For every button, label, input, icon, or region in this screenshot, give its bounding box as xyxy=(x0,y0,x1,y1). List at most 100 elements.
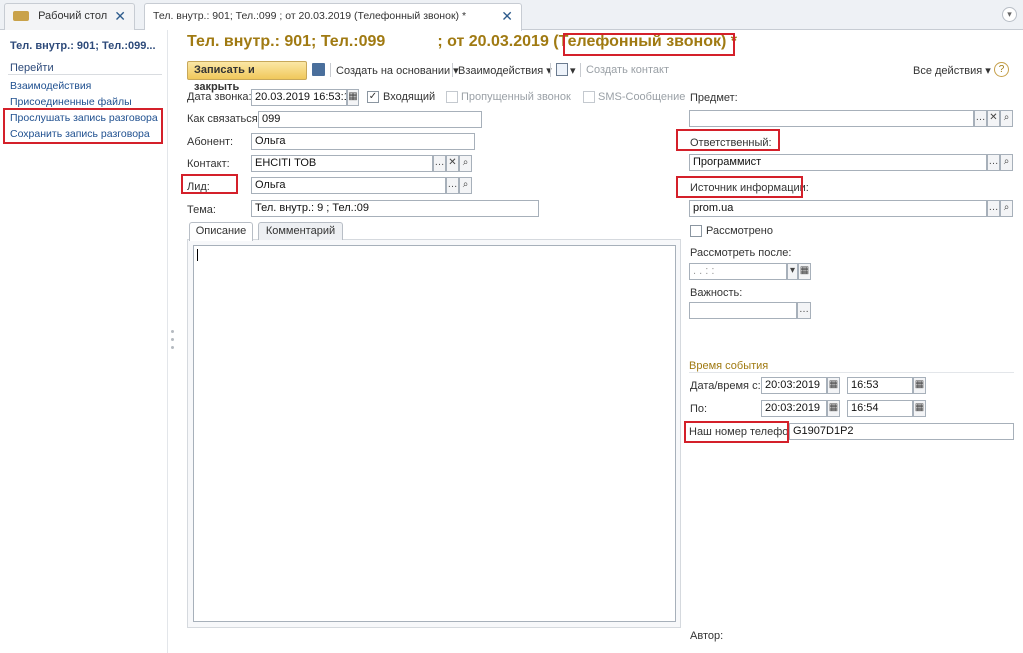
help-icon[interactable]: ? xyxy=(994,62,1009,77)
subscriber-field[interactable]: Ольга xyxy=(251,133,475,150)
splitter-grip[interactable] xyxy=(171,346,174,349)
desktop-icon xyxy=(13,11,29,22)
all-actions-label: Все действия xyxy=(913,65,983,77)
sidebar-item-interactions[interactable]: Взаимодействия xyxy=(10,80,91,92)
tab-bar: Рабочий стол ✕ Тел. внутр.: 901; Тел.:09… xyxy=(0,0,1023,31)
review-after-label: Рассмотреть после: xyxy=(690,247,792,259)
reviewed-label: Рассмотрено xyxy=(706,225,773,237)
divider xyxy=(689,372,1014,373)
close-icon[interactable]: ✕ xyxy=(501,4,513,28)
incoming-label: Входящий xyxy=(383,91,436,103)
divider xyxy=(580,63,581,77)
topic-field[interactable]: Тел. внутр.: 9 ; Тел.:09 xyxy=(251,200,539,217)
splitter-grip[interactable] xyxy=(171,338,174,341)
our-phone-field[interactable]: G1907D1P2 xyxy=(789,423,1014,440)
topic-label: Тема: xyxy=(187,204,216,216)
interactions-label: Взаимодействия xyxy=(458,65,544,77)
highlight-box xyxy=(676,176,803,198)
search-icon[interactable]: ⌕ xyxy=(459,177,472,194)
select-icon[interactable]: … xyxy=(987,154,1000,171)
description-textarea[interactable] xyxy=(193,245,676,622)
title-mid: ; от 20.03.2019 xyxy=(437,33,549,50)
contact-label: Контакт: xyxy=(187,158,230,170)
sms-checkbox[interactable] xyxy=(583,91,595,103)
calendar-icon[interactable]: ▦ xyxy=(347,89,359,106)
missed-label: Пропущенный звонок xyxy=(461,91,571,103)
select-icon[interactable]: … xyxy=(433,155,446,172)
tab-desktop-label: Рабочий стол xyxy=(38,10,108,22)
print-icon[interactable] xyxy=(556,63,568,76)
highlight-box xyxy=(563,33,735,56)
chevron-down-icon[interactable]: ▾ xyxy=(787,263,798,280)
calendar-icon[interactable]: ▦ xyxy=(827,377,840,394)
close-icon[interactable]: ✕ xyxy=(114,4,126,28)
save-icon[interactable] xyxy=(312,63,325,76)
subject-field[interactable] xyxy=(689,110,974,127)
lead-field[interactable]: Ольга xyxy=(251,177,446,194)
splitter-grip[interactable] xyxy=(171,330,174,333)
create-based-label: Создать на основании xyxy=(336,65,451,77)
clear-icon[interactable]: ✕ xyxy=(446,155,459,172)
sidebar: Тел. внутр.: 901; Тел.:099... Перейти Вз… xyxy=(0,30,168,653)
tab-description[interactable]: Описание xyxy=(189,222,253,241)
all-actions-button[interactable]: Все действия ▾ xyxy=(913,64,991,77)
call-date-label: Дата звонка: xyxy=(187,91,252,103)
to-label: По: xyxy=(690,403,708,415)
calendar-icon[interactable]: ▦ xyxy=(827,400,840,417)
divider xyxy=(8,74,162,75)
how-contact-field[interactable]: 099 xyxy=(258,111,482,128)
select-icon[interactable]: … xyxy=(974,110,987,127)
clear-icon[interactable]: ✕ xyxy=(987,110,1000,127)
chevron-down-icon[interactable]: ▾ xyxy=(1002,7,1017,22)
source-field[interactable]: prom.ua xyxy=(689,200,987,217)
subject-label: Предмет: xyxy=(690,92,738,104)
create-contact-button[interactable]: Создать контакт xyxy=(586,64,669,76)
interactions-button[interactable]: Взаимодействия ▾ xyxy=(458,64,552,77)
clock-icon[interactable]: ▦ xyxy=(913,377,926,394)
time-to-field[interactable]: 16:54 xyxy=(847,400,913,417)
contact-field[interactable]: ЕНСІТІ ТОВ xyxy=(251,155,433,172)
highlight-box xyxy=(676,129,780,151)
subscriber-label: Абонент: xyxy=(187,136,234,148)
chevron-down-icon[interactable]: ▾ xyxy=(570,64,576,77)
calendar-icon[interactable]: ▦ xyxy=(798,263,811,280)
review-after-field[interactable]: . . : : xyxy=(689,263,787,280)
call-date-field[interactable]: 20.03.2019 16:53:10 xyxy=(251,89,347,106)
create-based-button[interactable]: Создать на основании ▾ xyxy=(336,64,459,77)
incoming-checkbox[interactable]: ✓ xyxy=(367,91,379,103)
responsible-field[interactable]: Программист xyxy=(689,154,987,171)
search-icon[interactable]: ⌕ xyxy=(459,155,472,172)
tab-call-label: Тел. внутр.: 901; Тел.:099 ; от 20.03.20… xyxy=(153,10,467,22)
highlight-box xyxy=(3,108,163,144)
sidebar-item-files[interactable]: Присоединенные файлы xyxy=(10,96,132,108)
sidebar-title: Тел. внутр.: 901; Тел.:099... xyxy=(10,40,156,52)
event-time-label: Время события xyxy=(689,360,769,372)
divider xyxy=(330,63,331,77)
tab-desktop[interactable]: Рабочий стол ✕ xyxy=(4,3,135,30)
how-contact-label: Как связаться: xyxy=(187,113,261,125)
text-cursor xyxy=(197,249,198,261)
date-to-field[interactable]: 20:03:2019 xyxy=(761,400,827,417)
divider xyxy=(550,63,551,77)
search-icon[interactable]: ⌕ xyxy=(1000,110,1013,127)
sms-label: SMS-Сообщение xyxy=(598,91,686,103)
date-from-field[interactable]: 20:03:2019 xyxy=(761,377,827,394)
divider xyxy=(452,63,453,77)
highlight-box xyxy=(684,421,789,443)
missed-checkbox[interactable] xyxy=(446,91,458,103)
select-icon[interactable]: … xyxy=(446,177,459,194)
time-from-field[interactable]: 16:53 xyxy=(847,377,913,394)
reviewed-checkbox[interactable] xyxy=(690,225,702,237)
save-close-button[interactable]: Записать и закрыть xyxy=(187,61,307,93)
sidebar-section: Перейти xyxy=(10,62,54,74)
importance-field[interactable] xyxy=(689,302,797,319)
tab-call[interactable]: Тел. внутр.: 901; Тел.:099 ; от 20.03.20… xyxy=(144,3,522,31)
clock-icon[interactable]: ▦ xyxy=(913,400,926,417)
search-icon[interactable]: ⌕ xyxy=(1000,154,1013,171)
tab-comment[interactable]: Комментарий xyxy=(258,222,343,240)
select-icon[interactable]: … xyxy=(987,200,1000,217)
search-icon[interactable]: ⌕ xyxy=(1000,200,1013,217)
importance-label: Важность: xyxy=(690,287,743,299)
highlight-box xyxy=(181,174,238,194)
select-icon[interactable]: … xyxy=(797,302,811,319)
